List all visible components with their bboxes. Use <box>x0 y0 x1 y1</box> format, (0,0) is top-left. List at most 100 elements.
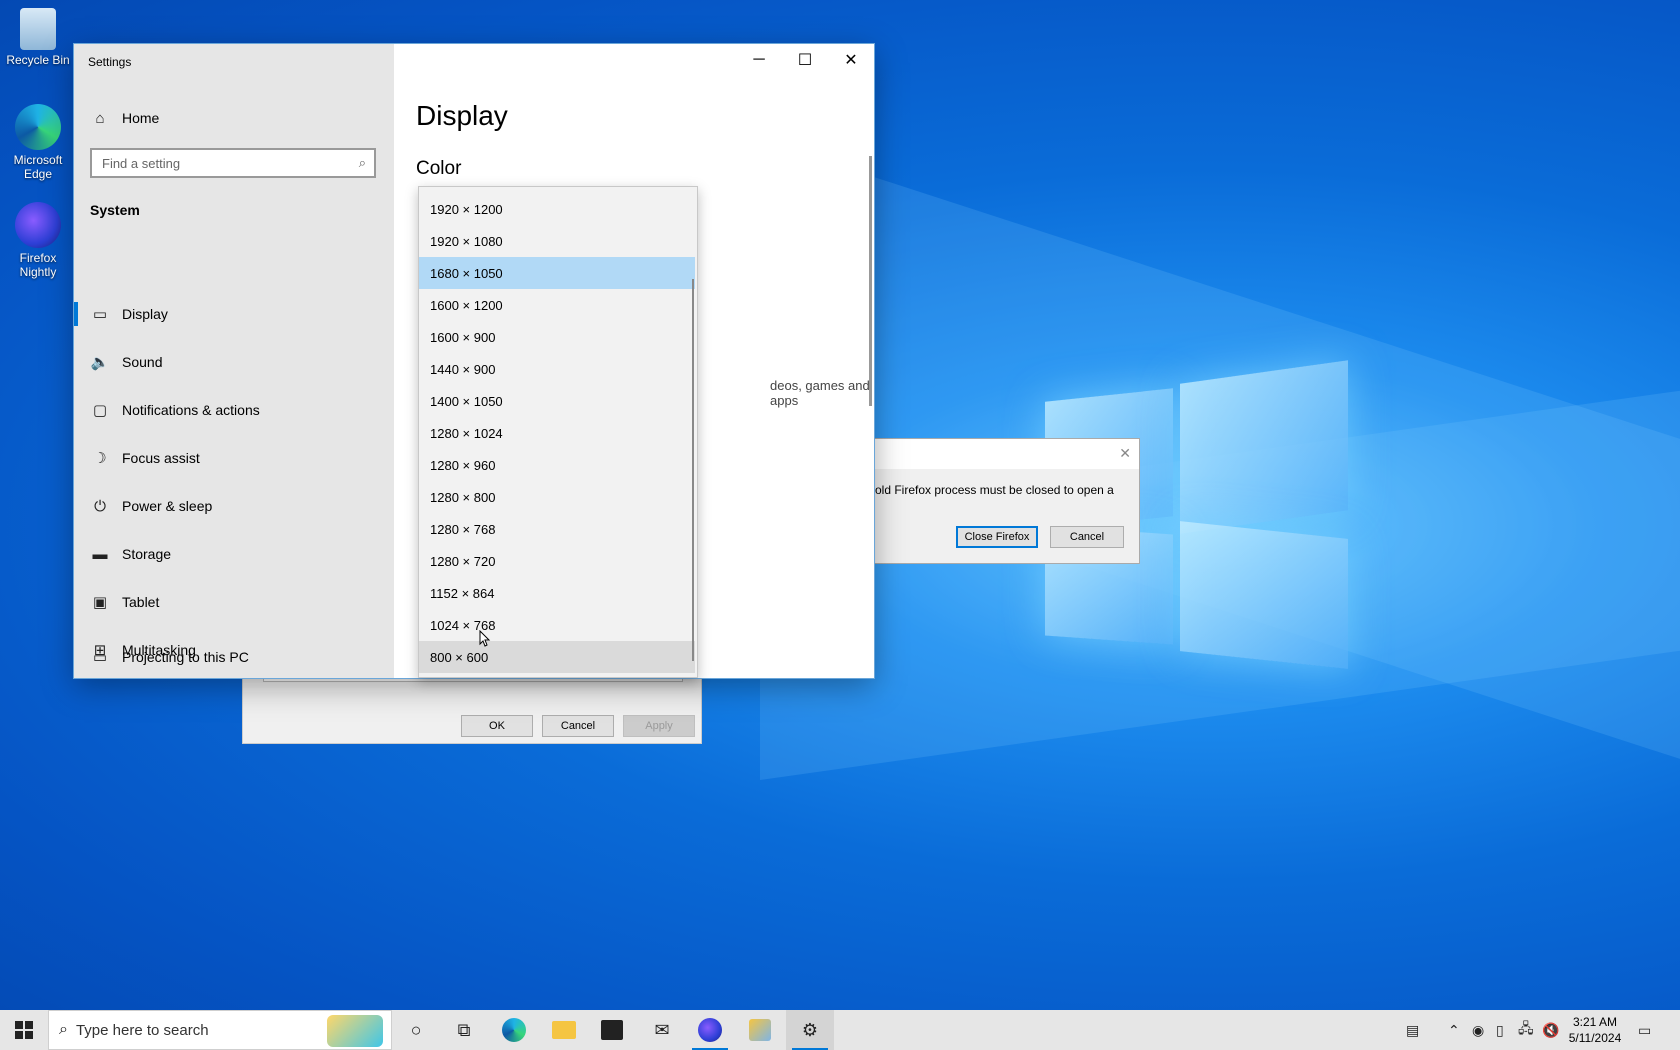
search-placeholder: Find a setting <box>102 155 181 171</box>
sidebar-item-display[interactable]: ▭ Display <box>74 292 394 336</box>
message-icon: ▢ <box>92 402 108 419</box>
resolution-option[interactable]: 1280 × 720 <box>419 545 695 577</box>
resolution-option[interactable]: 1400 × 1050 <box>419 385 695 417</box>
dialog-title-bar <box>875 439 1139 469</box>
close-firefox-button[interactable]: Close Firefox <box>956 526 1038 548</box>
partial-description: deos, games and apps <box>770 378 870 408</box>
mouse-cursor-icon <box>479 630 491 647</box>
firefox-nightly-icon <box>15 202 61 248</box>
resolution-option[interactable]: 1280 × 960 <box>419 449 695 481</box>
recycle-bin-icon <box>20 8 56 50</box>
monitor-icon: ▭ <box>92 306 108 323</box>
taskbar-search-box[interactable]: ⌕ Type here to search <box>48 1010 392 1050</box>
resolution-option[interactable]: 1152 × 864 <box>419 577 695 609</box>
nav-home[interactable]: ⌂ Home <box>74 96 394 140</box>
home-icon: ⌂ <box>95 109 105 127</box>
edge-icon <box>15 104 61 150</box>
storage-icon: ▬ <box>92 545 108 563</box>
desktop-icon-recycle-bin[interactable]: Recycle Bin <box>0 8 78 67</box>
sidebar-item-sound[interactable]: 🔈 Sound <box>74 340 394 384</box>
resolution-option-hovered[interactable]: 800 × 600 <box>419 641 695 673</box>
clock-time: 3:21 AM <box>1572 1015 1618 1029</box>
desktop-icon-label: Recycle Bin <box>6 53 70 67</box>
notifications-icon[interactable]: ▭ <box>1638 1010 1651 1050</box>
ok-button[interactable]: OK <box>461 715 533 737</box>
volume-muted-icon[interactable]: 🔇 <box>1542 1010 1559 1050</box>
sidebar-item-projecting[interactable]: ▭ Projecting to this PC <box>74 649 394 678</box>
cancel-button[interactable]: Cancel <box>542 715 614 737</box>
start-button[interactable] <box>0 1010 48 1050</box>
desktop-icon-label: Nightly <box>19 265 57 279</box>
desktop-icon-label: Firefox <box>19 251 57 265</box>
resolution-option[interactable]: 1440 × 900 <box>419 353 695 385</box>
settings-taskbar-icon[interactable]: ⚙ <box>786 1010 834 1050</box>
sidebar-item-focus-assist[interactable]: ☽ Focus assist <box>74 436 394 480</box>
sidebar-item-label: Notifications & actions <box>122 402 260 418</box>
scrollbar[interactable] <box>869 156 872 406</box>
record-icon[interactable]: ◉ <box>1472 1010 1484 1050</box>
clock-date: 5/11/2024 <box>1568 1031 1622 1045</box>
windows-icon <box>15 1021 33 1039</box>
mail-icon[interactable]: ✉ <box>638 1010 686 1050</box>
resolution-option[interactable]: 1920 × 1080 <box>419 225 695 257</box>
apply-button[interactable]: Apply <box>623 715 695 737</box>
search-icon: ⌕ <box>59 1021 68 1038</box>
power-icon: ⏻ <box>94 497 106 515</box>
speaker-icon: 🔈 <box>90 354 110 371</box>
sidebar-item-label: Power & sleep <box>122 498 213 514</box>
dropdown-scrollbar[interactable] <box>692 279 694 661</box>
firefox-close-dialog: ✕ old Firefox process must be closed to … <box>874 438 1140 564</box>
desktop-icon-edge[interactable]: Microsoft Edge <box>0 104 78 181</box>
window-title: Settings <box>88 55 132 69</box>
resolution-option[interactable]: 1600 × 900 <box>419 321 695 353</box>
windows-logo-pane <box>1180 360 1348 534</box>
projecting-icon: ▭ <box>92 649 108 666</box>
sidebar-item-power-sleep[interactable]: ⏻ Power & sleep <box>74 484 394 528</box>
sidebar-item-label: Tablet <box>122 594 160 610</box>
cancel-button[interactable]: Cancel <box>1050 526 1124 548</box>
sidebar-item-tablet[interactable]: ▣ Tablet <box>74 580 394 624</box>
firefox-nightly-taskbar-icon[interactable] <box>686 1010 734 1050</box>
tablet-icon: ▣ <box>92 594 108 611</box>
edge-taskbar-icon[interactable] <box>490 1010 538 1050</box>
store-icon[interactable] <box>588 1010 636 1050</box>
section-heading: System <box>90 202 140 218</box>
resolution-dropdown-list[interactable]: 1920 × 1200 1920 × 1080 1680 × 1050 1600… <box>418 186 698 678</box>
resolution-option-selected[interactable]: 1680 × 1050 <box>419 257 695 289</box>
resolution-option[interactable]: 1280 × 800 <box>419 481 695 513</box>
close-icon[interactable]: ✕ <box>1119 445 1131 462</box>
desktop-icon-label: Edge <box>23 167 53 181</box>
device-icon[interactable]: ▯ <box>1496 1010 1504 1050</box>
sidebar-item-storage[interactable]: ▬ Storage <box>74 532 394 576</box>
moon-icon: ☽ <box>93 450 107 467</box>
sidebar-item-label: Sound <box>122 354 163 370</box>
search-highlight-icon <box>327 1015 383 1047</box>
network-icon[interactable]: 🖧 <box>1518 1010 1534 1050</box>
clock[interactable]: 3:21 AM 5/11/2024 <box>1560 1014 1630 1046</box>
task-view-icon[interactable]: ⧉ <box>440 1010 488 1050</box>
maximize-button[interactable]: ☐ <box>782 44 828 76</box>
search-input[interactable]: Find a setting ⌕ <box>90 148 376 178</box>
desktop-icon-firefox-nightly[interactable]: Firefox Nightly <box>0 202 78 279</box>
minimize-button[interactable]: ─ <box>736 44 782 76</box>
news-icon[interactable]: ▤ <box>1406 1010 1419 1050</box>
resolution-option[interactable]: 1920 × 1200 <box>419 193 695 225</box>
sidebar-item-label: Focus assist <box>122 450 200 466</box>
resolution-option[interactable]: 1024 × 768 <box>419 609 695 641</box>
chevron-up-icon[interactable]: ⌃ <box>1448 1010 1460 1050</box>
control-panel-icon[interactable] <box>736 1010 784 1050</box>
nav-label: Home <box>122 110 160 126</box>
file-explorer-icon[interactable] <box>540 1010 588 1050</box>
close-button[interactable]: ✕ <box>828 44 874 76</box>
display-properties-dialog: OK Cancel Apply <box>242 672 702 744</box>
sidebar-item-label: Storage <box>122 546 172 562</box>
resolution-option[interactable]: 1280 × 1024 <box>419 417 695 449</box>
settings-sidebar: Settings ⌂ Home Find a setting ⌕ System … <box>74 44 394 678</box>
sidebar-item-label: Projecting to this PC <box>122 649 249 665</box>
resolution-option[interactable]: 1280 × 768 <box>419 513 695 545</box>
resolution-option[interactable]: 1600 × 1200 <box>419 289 695 321</box>
cortana-icon[interactable]: ○ <box>392 1010 440 1050</box>
sidebar-item-notifications[interactable]: ▢ Notifications & actions <box>74 388 394 432</box>
page-title: Display <box>416 100 508 131</box>
taskbar-search-placeholder: Type here to search <box>75 1021 209 1039</box>
